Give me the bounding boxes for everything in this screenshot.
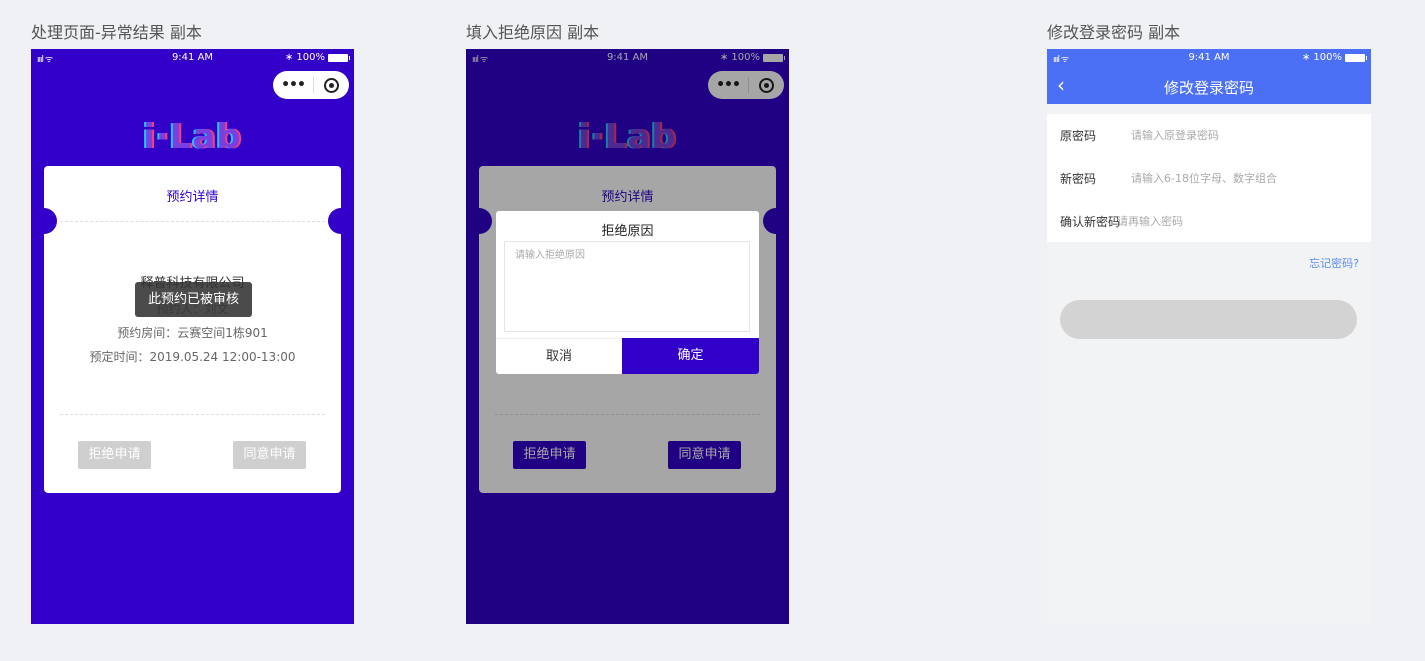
dialog-title: 拒绝原因: [601, 224, 654, 239]
confirm-password-field[interactable]: 确认新密码 请再输入密码: [1047, 200, 1371, 242]
more-icon[interactable]: •••: [273, 77, 313, 93]
battery-group: ∗ 100%: [1302, 52, 1367, 63]
screen-abnormal-result: ıııl ᯤ 9:41 AM ∗ 100% ••• i·Lab 预约详情 释普科…: [31, 49, 354, 624]
booking-time: 预定时间：2019.05.24 12:00-13:00: [89, 350, 296, 364]
artboard-title-reject-reason: 填入拒绝原因 副本: [466, 23, 600, 42]
close-circle-icon: [324, 77, 339, 93]
confirm-password-input[interactable]: 请再输入密码: [1117, 213, 1183, 229]
submit-button[interactable]: [1060, 300, 1357, 339]
nav-bar: ıııl ᯤ 9:41 AM ∗ 100% ‹ 修改登录密码: [1047, 49, 1371, 104]
battery-percent: 100%: [1313, 52, 1342, 63]
bluetooth-icon: ∗: [285, 52, 294, 63]
battery-icon: [1345, 53, 1367, 62]
field-label: 确认新密码: [1060, 214, 1121, 229]
toast-message: 此预约已被审核: [135, 282, 252, 317]
cancel-button[interactable]: 取消: [496, 338, 622, 374]
close-miniprogram-button[interactable]: [314, 77, 349, 93]
forgot-password-link[interactable]: 忘记密码?: [1309, 255, 1359, 271]
miniprogram-capsule: •••: [273, 71, 349, 99]
field-label: 原密码: [1060, 128, 1097, 143]
old-password-input[interactable]: 请输入原登录密码: [1131, 127, 1219, 143]
ticket-notch-right: [328, 208, 354, 234]
dashed-divider: [60, 221, 325, 222]
old-password-field[interactable]: 原密码 请输入原登录密码: [1047, 114, 1371, 156]
ilab-logo: i·Lab: [143, 117, 242, 157]
artboard-title-abnormal-result: 处理页面-异常结果 副本: [31, 23, 202, 42]
bluetooth-icon: ∗: [1302, 52, 1311, 63]
booking-card: 预约详情 释普科技有限公司 预约人：刘文 预约房间：云赛空间1栋901 预定时间…: [31, 166, 354, 493]
new-password-input[interactable]: 请输入6-18位字母、数字组合: [1131, 170, 1277, 186]
reject-reason-dialog: 拒绝原因 请输入拒绝原因 取消 确定: [496, 211, 759, 374]
approve-button[interactable]: 同意申请: [233, 441, 306, 469]
reject-button[interactable]: 拒绝申请: [78, 441, 151, 469]
confirm-button[interactable]: 确定: [622, 338, 759, 374]
battery-group: ∗ 100%: [285, 52, 350, 63]
new-password-field[interactable]: 新密码 请输入6-18位字母、数字组合: [1047, 157, 1371, 199]
ticket-notch-left: [31, 208, 57, 234]
status-bar: ıııl ᯤ 9:41 AM ∗ 100%: [1047, 49, 1371, 67]
page-title: 修改登录密码: [1163, 79, 1254, 97]
screen-change-password: ıııl ᯤ 9:41 AM ∗ 100% ‹ 修改登录密码 原密码 请输入原登…: [1047, 49, 1371, 624]
password-form: 原密码 请输入原登录密码 新密码 请输入6-18位字母、数字组合 确认新密码 请…: [1047, 114, 1371, 242]
artboard-title-change-password: 修改登录密码 副本: [1047, 23, 1181, 42]
reject-reason-textarea[interactable]: 请输入拒绝原因: [504, 241, 750, 332]
dashed-divider: [60, 414, 325, 415]
status-bar: ıııl ᯤ 9:41 AM ∗ 100%: [31, 49, 354, 67]
field-label: 新密码: [1060, 171, 1097, 186]
booking-card-title: 预约详情: [166, 190, 219, 205]
booking-room: 预约房间：云赛空间1栋901: [117, 326, 268, 340]
battery-icon: [328, 53, 350, 62]
screen-reject-reason: ıııl ᯤ 9:41 AM ∗ 100% ••• i·Lab 预约详情 拒绝申…: [466, 49, 789, 624]
battery-percent: 100%: [296, 52, 325, 63]
